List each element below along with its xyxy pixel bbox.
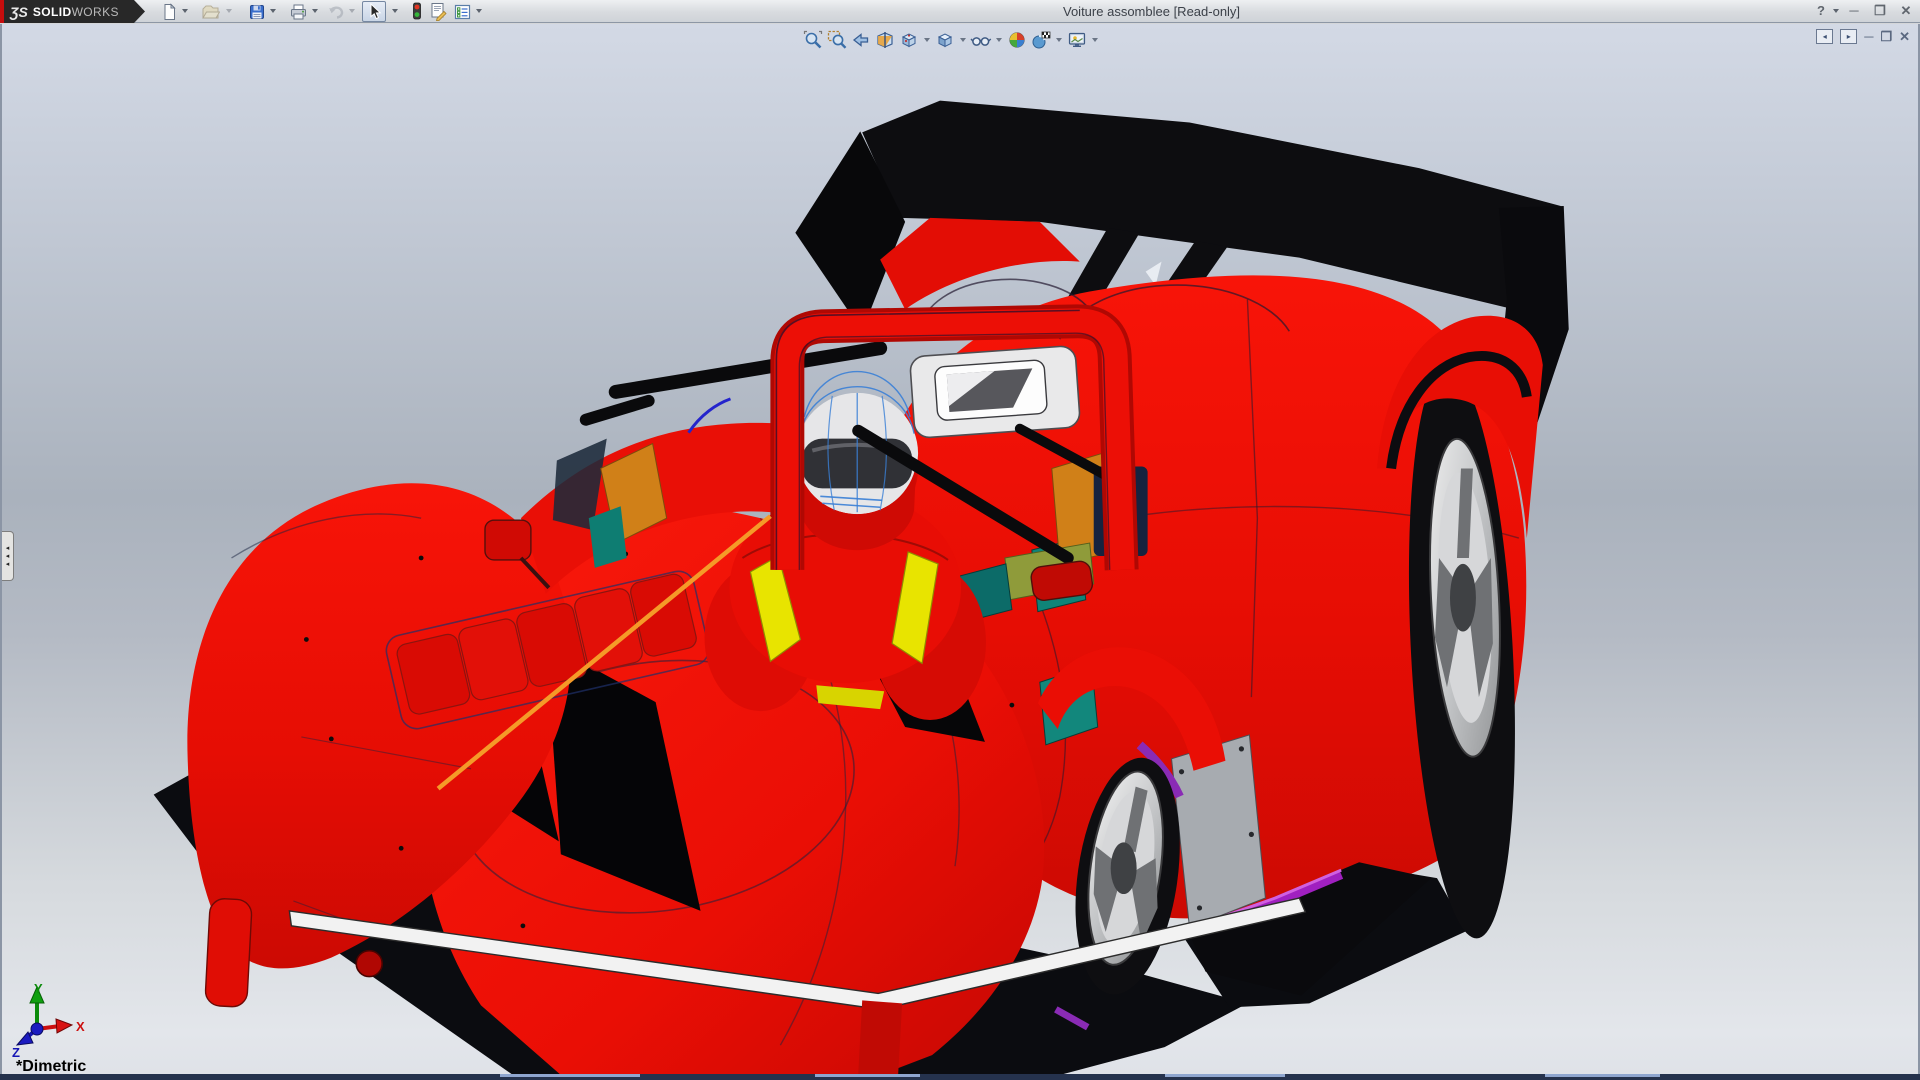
undo-icon — [327, 3, 346, 21]
previous-view-button[interactable] — [850, 29, 872, 51]
title-bar: ƷS SOLID WORKS — [0, 0, 1920, 23]
options-button[interactable] — [452, 1, 473, 22]
doc-restore-button[interactable]: ❐ — [1880, 29, 1892, 44]
view-orientation-button[interactable] — [898, 29, 920, 51]
view-settings-caret[interactable] — [1092, 38, 1098, 42]
triad-y-label: Y — [34, 981, 43, 996]
solidworks-window: { "titlebar": { "logo": { "mark": "ƷS", … — [0, 0, 1920, 1080]
edit-appearance-icon — [1007, 30, 1027, 50]
undo-caret[interactable] — [349, 9, 355, 13]
print-caret[interactable] — [312, 9, 318, 13]
solidworks-logo-mark: ƷS — [10, 4, 28, 20]
view-settings-icon — [1067, 30, 1088, 50]
document-window-controls: ◂ ▸ ─ ❐ ✕ — [1816, 29, 1910, 44]
previous-view-icon — [851, 30, 871, 50]
panel-tab-arrow: ◂ — [6, 545, 10, 552]
logo-text-works: WORKS — [72, 5, 119, 19]
zoom-to-area-button[interactable] — [826, 29, 848, 51]
graphics-viewport[interactable]: ◂ ▸ ─ ❐ ✕ ◂ ◂ ◂ Y X Z *Dimetric — [0, 24, 1920, 1075]
rebuild-button[interactable] — [406, 1, 427, 22]
help-button[interactable]: ? — [1810, 2, 1832, 20]
open-caret[interactable] — [226, 9, 232, 13]
logo-text-solid: SOLID — [33, 5, 72, 19]
menu-expand-arrow[interactable] — [134, 0, 145, 23]
view-orientation-caret[interactable] — [924, 38, 930, 42]
apply-scene-button[interactable] — [1030, 29, 1052, 51]
close-button[interactable]: ✕ — [1895, 2, 1917, 20]
apply-scene-caret[interactable] — [1056, 38, 1062, 42]
minimize-button[interactable]: ─ — [1843, 2, 1865, 20]
3d-model-render[interactable] — [2, 24, 1918, 1075]
undo-button[interactable] — [326, 1, 347, 22]
logo-red-strip — [0, 0, 4, 23]
doc-minimize-button[interactable]: ─ — [1864, 29, 1873, 44]
headsup-view-toolbar — [802, 27, 1100, 53]
new-document-button[interactable] — [158, 1, 179, 22]
zoom-to-fit-button[interactable] — [802, 29, 824, 51]
zoom-to-fit-icon — [803, 30, 823, 50]
bottom-window-edge — [0, 1074, 1920, 1080]
hide-show-items-icon — [970, 30, 992, 50]
print-icon — [289, 3, 308, 21]
hide-show-items-caret[interactable] — [996, 38, 1002, 42]
panel-tab-arrow: ◂ — [6, 561, 10, 568]
hide-show-items-button[interactable] — [970, 29, 992, 51]
print-button[interactable] — [288, 1, 309, 22]
file-properties-button[interactable] — [428, 1, 449, 22]
select-button[interactable] — [362, 1, 386, 22]
edit-appearance-button[interactable] — [1006, 29, 1028, 51]
file-properties-icon — [429, 2, 448, 21]
collapse-panel-right-button[interactable]: ▸ — [1840, 29, 1857, 44]
panel-tab-arrow: ◂ — [6, 553, 10, 560]
doc-close-button[interactable]: ✕ — [1899, 29, 1910, 44]
air-intake[interactable] — [910, 345, 1081, 438]
view-orientation-icon — [899, 30, 919, 50]
rebuild-traffic-light-icon — [409, 2, 425, 21]
solidworks-logo: ƷS SOLID WORKS — [0, 0, 134, 23]
display-style-button[interactable] — [934, 29, 956, 51]
window-title: Voiture assomblee [Read-only] — [1063, 4, 1240, 19]
new-document-icon — [160, 3, 178, 21]
open-button[interactable] — [200, 1, 221, 22]
options-caret[interactable] — [476, 9, 482, 13]
section-view-icon — [875, 30, 895, 50]
open-icon — [201, 3, 220, 21]
save-icon — [248, 3, 266, 21]
display-style-icon — [935, 30, 955, 50]
options-icon — [453, 3, 472, 21]
zoom-to-area-icon — [827, 30, 847, 50]
save-caret[interactable] — [270, 9, 276, 13]
view-settings-button[interactable] — [1066, 29, 1088, 51]
select-cursor-icon — [366, 3, 382, 20]
display-style-caret[interactable] — [960, 38, 966, 42]
save-button[interactable] — [246, 1, 267, 22]
feature-manager-collapsed-tab[interactable]: ◂ ◂ ◂ — [2, 531, 14, 581]
triad-x-label: X — [76, 1019, 85, 1034]
collapse-panel-left-button[interactable]: ◂ — [1816, 29, 1833, 44]
new-document-caret[interactable] — [182, 9, 188, 13]
apply-scene-icon — [1031, 30, 1052, 50]
select-caret[interactable] — [392, 9, 398, 13]
help-caret[interactable] — [1833, 9, 1839, 13]
restore-button[interactable]: ❐ — [1869, 2, 1891, 20]
section-view-button[interactable] — [874, 29, 896, 51]
